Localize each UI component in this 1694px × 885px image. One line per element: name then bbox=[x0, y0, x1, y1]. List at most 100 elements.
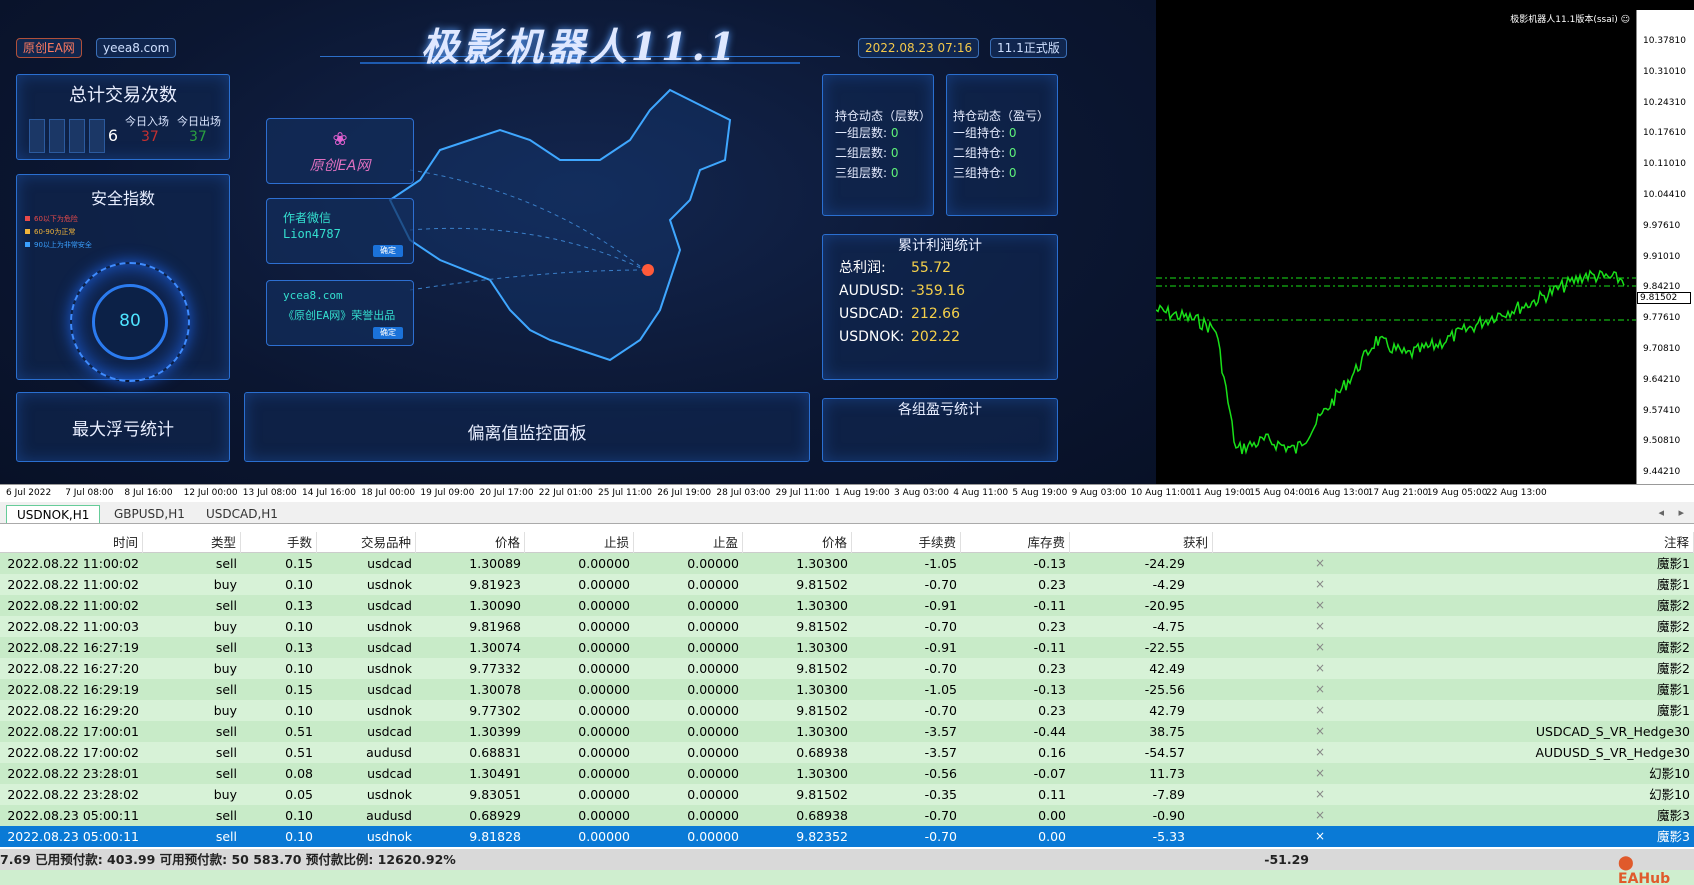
price-chart[interactable]: 极影机器人11.1版本(ssai) ☺ bbox=[1156, 0, 1694, 484]
profit-label-audusd: AUDUSD: bbox=[839, 283, 905, 299]
time-tick-label: 13 Jul 08:00 bbox=[242, 488, 297, 498]
table-row[interactable]: 2022.08.23 05:00:11 sell 0.10 usdnok 9.81828… bbox=[0, 826, 1694, 847]
time-tick-label: 19 Aug 05:00 bbox=[1426, 488, 1488, 498]
tab-scroll-left-icon[interactable]: ◂ bbox=[1658, 506, 1664, 519]
wechat-confirm-button[interactable]: 确定 bbox=[373, 245, 403, 257]
price-tick-label: 9.57410 bbox=[1643, 405, 1681, 416]
close-position-icon[interactable]: × bbox=[1315, 700, 1325, 721]
close-position-icon[interactable]: × bbox=[1315, 595, 1325, 616]
column-header[interactable]: 库存费 bbox=[961, 532, 1070, 553]
table-row[interactable]: 2022.08.22 16:29:20 buy 0.10 usdnok 9.77302 0… bbox=[0, 700, 1694, 721]
table-cell: -0.56 bbox=[924, 766, 957, 781]
wechat-id: Lion4787 bbox=[283, 227, 341, 241]
tab-usdcad[interactable]: USDCAD,H1 bbox=[196, 505, 288, 523]
table-cell: -20.95 bbox=[1144, 598, 1185, 613]
table-cell: 9.81502 bbox=[796, 577, 848, 592]
table-row[interactable]: 2022.08.22 16:29:19 sell 0.15 usdcad 1.30078… bbox=[0, 679, 1694, 700]
column-header[interactable]: 时间 bbox=[0, 532, 143, 553]
safety-gauge-core: 80 bbox=[92, 284, 168, 360]
symbol-tabs: USDNOK,H1 GBPUSD,H1 USDCAD,H1 ◂ ▸ bbox=[0, 502, 1694, 524]
close-position-icon[interactable]: × bbox=[1315, 784, 1325, 805]
table-row[interactable]: 2022.08.22 23:28:01 sell 0.08 usdcad 1.30491… bbox=[0, 763, 1694, 784]
table-cell: 魔影1 bbox=[1657, 577, 1690, 592]
time-tick-label: 29 Jul 11:00 bbox=[775, 488, 830, 498]
close-position-icon[interactable]: × bbox=[1315, 658, 1325, 679]
table-cell: 2022.08.22 11:00:02 bbox=[7, 556, 139, 571]
table-cell: 9.81968 bbox=[469, 619, 521, 634]
column-header[interactable]: 手续费 bbox=[852, 532, 961, 553]
table-cell: 0.68929 bbox=[469, 808, 521, 823]
table-row[interactable]: 2022.08.22 11:00:02 sell 0.13 usdcad 1.30090… bbox=[0, 595, 1694, 616]
time-tick-label: 19 Jul 09:00 bbox=[420, 488, 475, 498]
table-row[interactable]: 2022.08.22 16:27:19 sell 0.13 usdcad 1.30074… bbox=[0, 637, 1694, 658]
table-cell: 幻影10 bbox=[1649, 787, 1690, 802]
table-cell: usdnok bbox=[366, 829, 412, 844]
site-tag: yeea8.com bbox=[96, 38, 177, 58]
deviation-title: 偏离值监控面板 bbox=[467, 424, 587, 444]
table-row[interactable]: 2022.08.22 16:27:20 buy 0.10 usdnok 9.77332 0… bbox=[0, 658, 1694, 679]
max-float-title: 最大浮亏统计 bbox=[72, 420, 174, 440]
close-position-icon[interactable]: × bbox=[1315, 679, 1325, 700]
table-cell: sell bbox=[215, 829, 237, 844]
site-confirm-button[interactable]: 确定 bbox=[373, 327, 403, 339]
table-row[interactable]: 2022.08.22 17:00:02 sell 0.51 audusd 0.68831… bbox=[0, 742, 1694, 763]
group-pnl-panel: 各组盈亏统计 bbox=[822, 398, 1058, 462]
table-cell: 2022.08.22 16:27:19 bbox=[7, 640, 139, 655]
legend-safe: 90以上为非常安全 bbox=[34, 241, 92, 249]
table-cell: -0.11 bbox=[1033, 598, 1066, 613]
table-row[interactable]: 2022.08.22 23:28:02 buy 0.05 usdnok 9.83051 0… bbox=[0, 784, 1694, 805]
close-position-icon[interactable]: × bbox=[1315, 637, 1325, 658]
column-header[interactable]: 注释 bbox=[1233, 532, 1694, 553]
table-cell: -0.70 bbox=[924, 808, 957, 823]
table-cell: 0.00000 bbox=[687, 598, 739, 613]
watermark-logo-icon: ⬤ bbox=[1618, 855, 1634, 871]
layers-label-3: 三组层数: bbox=[835, 166, 888, 180]
profit-value-audusd: -359.16 bbox=[911, 283, 966, 299]
close-position-icon[interactable]: × bbox=[1315, 721, 1325, 742]
table-cell: 0.00000 bbox=[578, 661, 630, 676]
table-cell: -0.91 bbox=[924, 598, 957, 613]
time-tick-label: 22 Aug 13:00 bbox=[1486, 488, 1547, 498]
table-cell: 0.00000 bbox=[578, 577, 630, 592]
table-cell: -3.57 bbox=[924, 724, 957, 739]
close-position-icon[interactable]: × bbox=[1315, 553, 1325, 574]
time-tick-label: 9 Aug 03:00 bbox=[1071, 488, 1127, 498]
tab-usdnok[interactable]: USDNOK,H1 bbox=[6, 505, 101, 523]
time-tick-label: 15 Aug 04:00 bbox=[1249, 488, 1310, 498]
close-position-icon[interactable]: × bbox=[1315, 574, 1325, 595]
column-header[interactable]: 价格 bbox=[743, 532, 852, 553]
column-header[interactable]: 手数 bbox=[241, 532, 317, 553]
tab-scroll-right-icon[interactable]: ▸ bbox=[1678, 506, 1684, 519]
close-position-icon[interactable]: × bbox=[1315, 826, 1325, 847]
close-position-icon[interactable]: × bbox=[1315, 763, 1325, 784]
table-cell: 1.30074 bbox=[469, 640, 521, 655]
table-cell: 9.83051 bbox=[469, 787, 521, 802]
table-cell: 0.68938 bbox=[796, 808, 848, 823]
table-cell: -7.89 bbox=[1152, 787, 1185, 802]
table-cell: 魔影2 bbox=[1657, 598, 1690, 613]
tab-gbpusd[interactable]: GBPUSD,H1 bbox=[104, 505, 195, 523]
table-cell: -4.29 bbox=[1152, 577, 1185, 592]
table-cell: 0.51 bbox=[285, 724, 313, 739]
close-position-icon[interactable]: × bbox=[1315, 616, 1325, 637]
column-header[interactable]: 价格 bbox=[416, 532, 525, 553]
table-row[interactable]: 2022.08.22 11:00:02 sell 0.15 usdcad 1.30089… bbox=[0, 553, 1694, 574]
close-position-icon[interactable]: × bbox=[1315, 805, 1325, 826]
table-row[interactable]: 2022.08.22 11:00:02 buy 0.10 usdnok 9.81923 0… bbox=[0, 574, 1694, 595]
table-cell: 2022.08.22 11:00:02 bbox=[7, 577, 139, 592]
table-row[interactable]: 2022.08.23 05:00:11 sell 0.10 audusd 0.68929… bbox=[0, 805, 1694, 826]
table-row[interactable]: 2022.08.22 11:00:03 buy 0.10 usdnok 9.81968 0… bbox=[0, 616, 1694, 637]
table-cell: 2022.08.22 11:00:03 bbox=[7, 619, 139, 634]
table-row[interactable]: 2022.08.22 17:00:01 sell 0.51 usdcad 1.30399… bbox=[0, 721, 1694, 742]
column-header[interactable]: 交易品种 bbox=[317, 532, 416, 553]
table-cell: 1.30300 bbox=[796, 766, 848, 781]
column-header[interactable]: 止盈 bbox=[634, 532, 743, 553]
column-header[interactable]: 止损 bbox=[525, 532, 634, 553]
column-header[interactable]: 获利 bbox=[1070, 532, 1213, 553]
column-header[interactable]: 类型 bbox=[143, 532, 241, 553]
table-cell: sell bbox=[215, 640, 237, 655]
table-cell: 0.00000 bbox=[687, 829, 739, 844]
table-cell: 0.10 bbox=[285, 661, 313, 676]
table-cell: 1.30300 bbox=[796, 682, 848, 697]
close-position-icon[interactable]: × bbox=[1315, 742, 1325, 763]
